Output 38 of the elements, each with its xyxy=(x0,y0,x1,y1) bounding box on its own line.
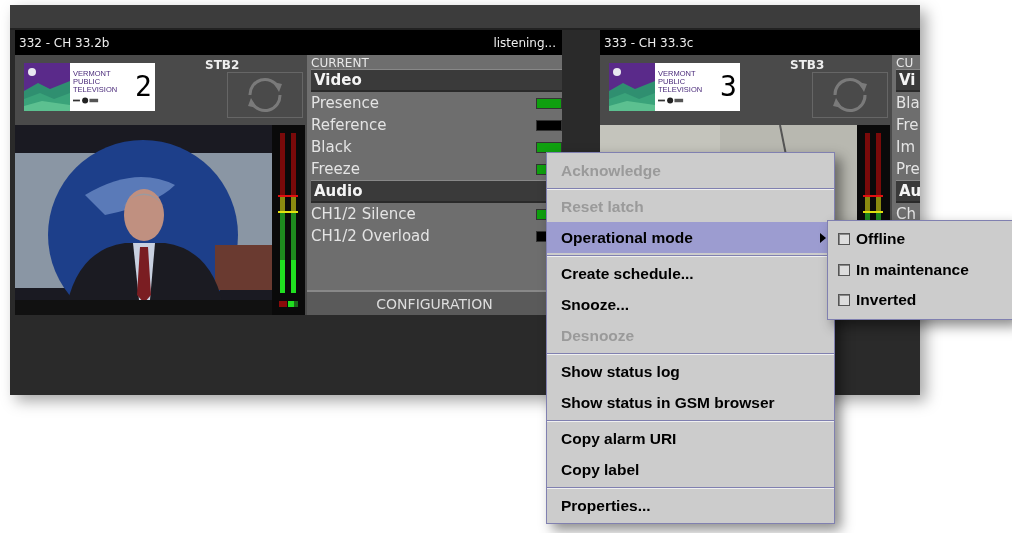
panel-heading: CURRENT xyxy=(311,57,370,69)
channel-number: 2 xyxy=(134,69,152,105)
menu-item[interactable]: Properties... xyxy=(547,490,834,521)
checkbox[interactable] xyxy=(838,294,850,307)
status-label: Pre xyxy=(896,160,920,178)
menu-item[interactable]: Copy label xyxy=(547,454,834,485)
pbs-mark-icon xyxy=(658,97,684,104)
section-header: Video xyxy=(311,69,562,92)
box-label: STB3 xyxy=(790,58,825,72)
status-label: Black xyxy=(311,138,352,156)
pbs-mark-icon xyxy=(73,97,99,104)
section-header: Vi xyxy=(896,69,920,92)
menu-item[interactable]: Copy alarm URI xyxy=(547,423,834,454)
channel-number: 3 xyxy=(719,69,737,105)
status-label: Fre xyxy=(896,116,919,134)
status-label: Presence xyxy=(311,94,379,112)
section-header: Au xyxy=(896,180,920,203)
status-label: CH1/2 Overload xyxy=(311,227,430,245)
channel-title: 333 - CH 33.3c xyxy=(604,35,694,50)
mountain-logo-icon xyxy=(609,63,655,111)
status-label: Freeze xyxy=(311,160,360,178)
checkbox-menu-item[interactable]: In maintenance xyxy=(828,254,1012,285)
mountain-logo-icon xyxy=(24,63,70,111)
status-text: listening... xyxy=(493,35,556,50)
menu-item[interactable]: Show status log xyxy=(547,356,834,387)
checkbox-menu-item[interactable]: Inverted xyxy=(828,285,1012,316)
box-label: STB2 xyxy=(205,58,240,72)
status-label: Reference xyxy=(311,116,387,134)
status-label: Bla xyxy=(896,94,920,112)
status-label: Im xyxy=(896,138,916,156)
channel-title: 332 - CH 33.2b xyxy=(19,35,110,50)
checkbox[interactable] xyxy=(838,263,850,276)
submenu-arrow-icon xyxy=(820,232,826,243)
status-label: CH1/2 Silence xyxy=(311,205,416,223)
checkbox[interactable] xyxy=(838,233,850,246)
panel-heading: CU xyxy=(896,57,915,69)
menu-item[interactable]: Show status in GSM browser xyxy=(547,387,834,418)
status-label: Ch xyxy=(896,205,916,223)
